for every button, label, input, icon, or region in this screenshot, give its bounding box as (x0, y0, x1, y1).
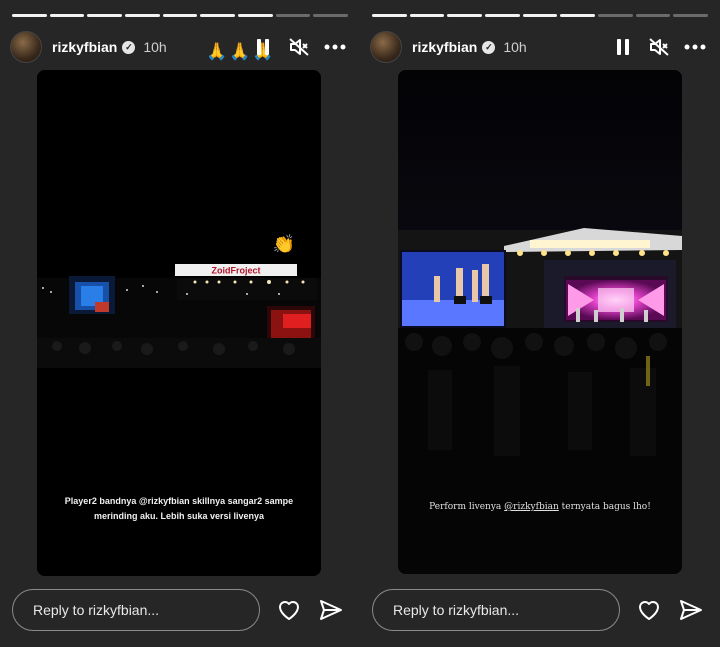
progress-segment (49, 14, 85, 17)
progress-segment (275, 14, 311, 17)
reply-input[interactable]: Reply to rizkyfbian... (12, 589, 260, 631)
story-media[interactable]: mirza_firdaus (398, 70, 682, 574)
more-options-icon[interactable] (684, 36, 706, 58)
paper-plane-icon[interactable] (678, 597, 704, 623)
heart-icon[interactable] (276, 597, 302, 623)
progress-segment (522, 14, 558, 17)
story-header: rizkyfbian ✓ 10h 🙏🙏🙏 (10, 30, 350, 64)
story-media[interactable]: mirza_firdaus ZoidFroject (37, 70, 321, 576)
username[interactable]: rizkyfbian (412, 39, 477, 55)
progress-segment (560, 14, 596, 17)
caption-text: ternyata bagus lho! (558, 502, 651, 512)
progress-segment (12, 14, 47, 17)
verified-badge-icon: ✓ (122, 40, 136, 54)
muted-speaker-icon[interactable] (288, 36, 310, 58)
progress-segment (372, 14, 407, 17)
story-panel-right: rizkyfbian ✓ 10h mirza_firdaus (360, 0, 720, 647)
progress-segment (200, 14, 236, 17)
more-options-icon[interactable] (324, 36, 346, 58)
pause-icon[interactable] (252, 36, 274, 58)
concert-stage-image (398, 70, 682, 574)
progress-segment (162, 14, 198, 17)
muted-speaker-icon[interactable] (648, 36, 670, 58)
clapping-hands-sticker: 👏 (273, 233, 295, 254)
verified-badge-icon: ✓ (482, 40, 496, 54)
avatar[interactable] (370, 31, 402, 63)
timestamp: 10h (503, 39, 527, 55)
reply-input[interactable]: Reply to rizkyfbian... (372, 589, 620, 631)
progress-segment (87, 14, 123, 17)
progress-segment (447, 14, 483, 17)
progress-segment (409, 14, 445, 17)
paper-plane-icon[interactable] (318, 597, 344, 623)
progress-segment (485, 14, 520, 17)
story-header: rizkyfbian ✓ 10h (370, 30, 710, 64)
timestamp: 10h (143, 39, 167, 55)
progress-segment (635, 14, 671, 17)
caption-text: Perform livenya (429, 502, 505, 512)
story-caption: Player2 bandnya @rizkyfbian skillnya san… (64, 496, 294, 521)
avatar[interactable] (10, 31, 42, 63)
story-caption: Perform livenya @rizkyfbian ternyata bag… (408, 502, 672, 512)
progress-segment (125, 14, 160, 17)
stage-sign-text: ZoidFroject (212, 266, 261, 276)
pause-icon[interactable] (612, 36, 634, 58)
reply-bar: Reply to rizkyfbian... (12, 588, 348, 632)
story-panel-left: rizkyfbian ✓ 10h 🙏🙏🙏 mirza_firdaus (0, 0, 360, 647)
story-progress-bar (372, 14, 709, 17)
story-progress-bar (12, 14, 349, 17)
progress-segment (238, 14, 273, 17)
reply-bar: Reply to rizkyfbian... (372, 588, 708, 632)
progress-segment (313, 14, 349, 17)
progress-segment (598, 14, 633, 17)
progress-segment (673, 14, 709, 17)
heart-icon[interactable] (636, 597, 662, 623)
username[interactable]: rizkyfbian (52, 39, 117, 55)
caption-mention[interactable]: @rizkyfbian (504, 502, 559, 512)
